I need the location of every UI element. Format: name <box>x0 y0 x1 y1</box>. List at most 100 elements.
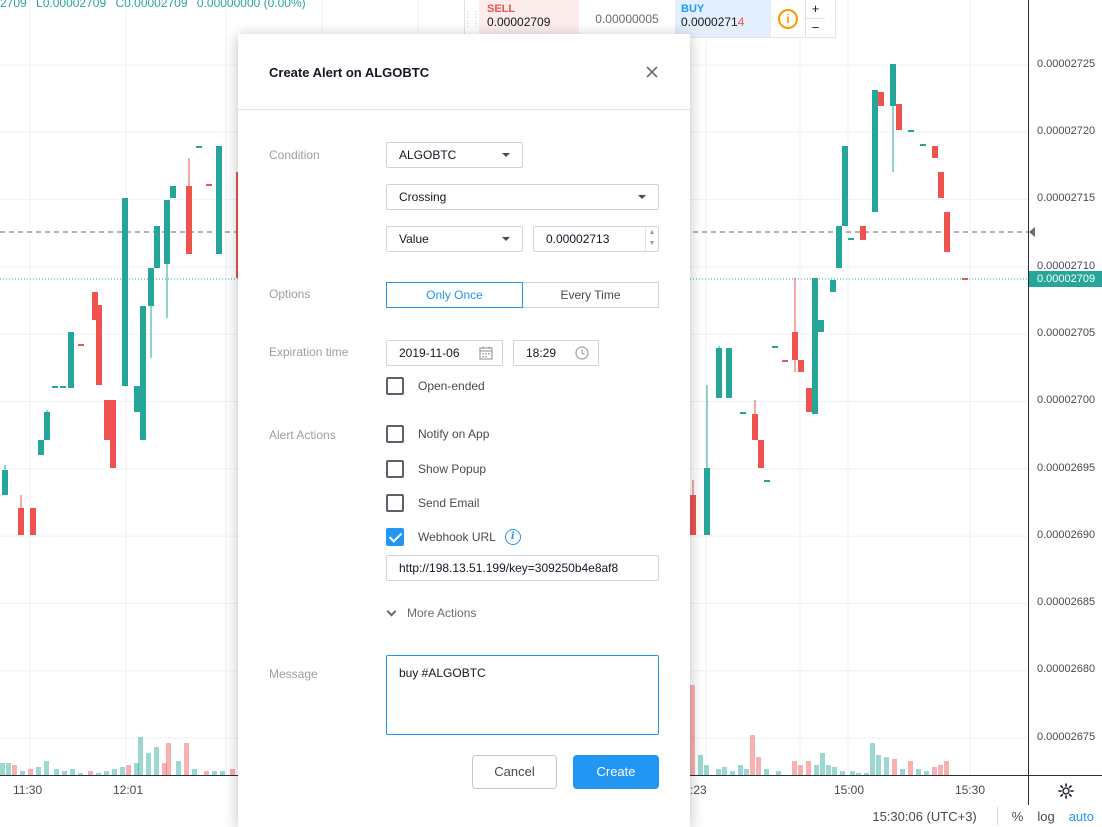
volume-bar <box>870 743 875 775</box>
log-toggle[interactable]: log <box>1037 809 1054 824</box>
time-label: 15:00 <box>834 783 865 797</box>
price-label: 0.00002720 <box>1037 125 1096 137</box>
candle-body <box>164 200 170 264</box>
candle-body <box>122 198 128 386</box>
value-type-value: Value <box>399 232 429 246</box>
condition-type-select[interactable]: Crossing <box>386 184 659 210</box>
candle-body <box>78 344 84 346</box>
percent-toggle[interactable]: % <box>1012 809 1024 824</box>
checkbox-checked-icon[interactable] <box>386 528 404 546</box>
checkbox-box[interactable] <box>386 425 404 443</box>
candle-body <box>908 130 914 132</box>
volume-bar <box>798 765 803 775</box>
candle-body <box>818 320 824 332</box>
checkbox-box[interactable] <box>386 377 404 395</box>
symbol-select-value: ALGOBTC <box>399 148 457 162</box>
symbol-select[interactable]: ALGOBTC <box>386 142 523 168</box>
gear-icon <box>1057 782 1074 799</box>
volume-bar <box>932 767 937 775</box>
price-scale[interactable]: 0.00002725 0.00002720 0.00002715 0.00002… <box>1028 0 1102 775</box>
volume-bar <box>166 743 171 775</box>
price-label: 0.00002725 <box>1037 58 1096 70</box>
candle-body <box>216 146 222 254</box>
message-textarea[interactable]: buy #ALGOBTC <box>386 655 659 735</box>
sell-button[interactable]: SELL 0.00002709 <box>479 0 579 37</box>
spread-value: 0.00000005 <box>595 11 659 26</box>
create-button[interactable]: Create <box>573 755 659 789</box>
options-label: Options <box>269 287 311 301</box>
only-once-option[interactable]: Only Once <box>386 282 523 308</box>
cancel-button[interactable]: Cancel <box>472 755 557 789</box>
price-label: 0.00002680 <box>1037 663 1096 675</box>
value-input-text: 0.00002713 <box>546 232 610 246</box>
alert-actions-label: Alert Actions <box>269 428 336 442</box>
send-email-checkbox[interactable]: Send Email <box>386 494 479 512</box>
expiration-date-input[interactable]: 2019-11-06 <box>386 340 503 366</box>
candle-body <box>716 348 722 398</box>
alert-level-marker[interactable] <box>1029 227 1035 237</box>
price-label: 0.00002700 <box>1037 394 1096 406</box>
value-input[interactable]: 0.00002713 ▲ ▼ <box>533 226 659 252</box>
buy-price: 0.00002714 <box>681 15 765 29</box>
time-label: 15:30 <box>955 783 986 797</box>
webhook-url-value: http://198.13.51.199/key=309250b4e8af8 <box>399 561 619 575</box>
chart-settings-button[interactable] <box>1028 775 1102 805</box>
candle-body <box>726 348 732 398</box>
webhook-url-input[interactable]: http://198.13.51.199/key=309250b4e8af8 <box>386 555 659 581</box>
expiration-time-input[interactable]: 18:29 <box>513 340 599 366</box>
candle-body <box>878 92 884 106</box>
divider <box>996 807 998 825</box>
more-actions-toggle[interactable]: More Actions <box>386 606 476 620</box>
candle-body <box>806 388 812 412</box>
show-popup-checkbox[interactable]: Show Popup <box>386 460 486 478</box>
volume-bar <box>806 761 811 775</box>
volume-bar <box>892 759 897 775</box>
close-icon[interactable] <box>644 64 660 80</box>
open-ended-checkbox[interactable]: Open-ended <box>386 377 485 395</box>
price-label: 0.00002695 <box>1037 462 1096 474</box>
candle-body <box>860 226 866 240</box>
minus-button[interactable]: − <box>806 18 825 37</box>
volume-bar <box>876 755 881 775</box>
message-label: Message <box>269 667 318 681</box>
buy-label: BUY <box>681 3 705 15</box>
value-type-select[interactable]: Value <box>386 226 523 252</box>
webhook-url-label: Webhook URL <box>418 530 496 544</box>
calendar-icon[interactable] <box>478 345 494 361</box>
info-icon[interactable]: i <box>504 529 521 545</box>
candle-body <box>170 186 176 198</box>
ohlc-open-value: 2709 <box>0 0 27 10</box>
info-button[interactable]: i <box>771 0 805 37</box>
volume-bar <box>12 765 17 775</box>
candle-body <box>842 146 848 226</box>
candle-body <box>690 495 696 535</box>
dialog-title: Create Alert on ALGOBTC <box>269 65 430 80</box>
price-label: 0.00002675 <box>1037 731 1096 743</box>
volume-bar <box>738 765 743 775</box>
candle-body <box>920 144 926 146</box>
value-stepper-icon[interactable]: ▲ ▼ <box>645 227 658 251</box>
volume-bar <box>126 765 131 775</box>
expiration-time-value: 18:29 <box>526 346 557 360</box>
volume-bar <box>908 761 913 775</box>
buy-sell-panel: ⋮⋮ ⋮⋮ SELL 0.00002709 0.00000005 BUY 0.00… <box>464 0 836 38</box>
candle-body <box>752 414 758 440</box>
drag-handle-icon[interactable]: ⋮⋮ ⋮⋮ <box>464 0 480 37</box>
notify-app-checkbox[interactable]: Notify on App <box>386 425 489 443</box>
checkbox-box[interactable] <box>386 460 404 478</box>
plus-button[interactable]: + <box>806 0 825 18</box>
volume-bar <box>814 765 819 775</box>
clock-icon[interactable] <box>574 345 590 361</box>
price-label: 0.00002715 <box>1037 192 1096 204</box>
buy-button[interactable]: BUY 0.00002714 <box>675 0 771 37</box>
candle-body <box>154 226 160 268</box>
volume-bar <box>44 761 49 775</box>
auto-toggle[interactable]: auto <box>1069 809 1094 824</box>
candle-body <box>134 386 140 412</box>
every-time-option[interactable]: Every Time <box>523 282 659 308</box>
checkbox-box[interactable] <box>386 494 404 512</box>
candle-body <box>772 346 778 348</box>
notify-app-label: Notify on App <box>418 427 490 441</box>
webhook-url-checkbox[interactable]: Webhook URL i <box>386 528 521 546</box>
ohlc-close-value: C0.00002709 <box>115 0 188 10</box>
